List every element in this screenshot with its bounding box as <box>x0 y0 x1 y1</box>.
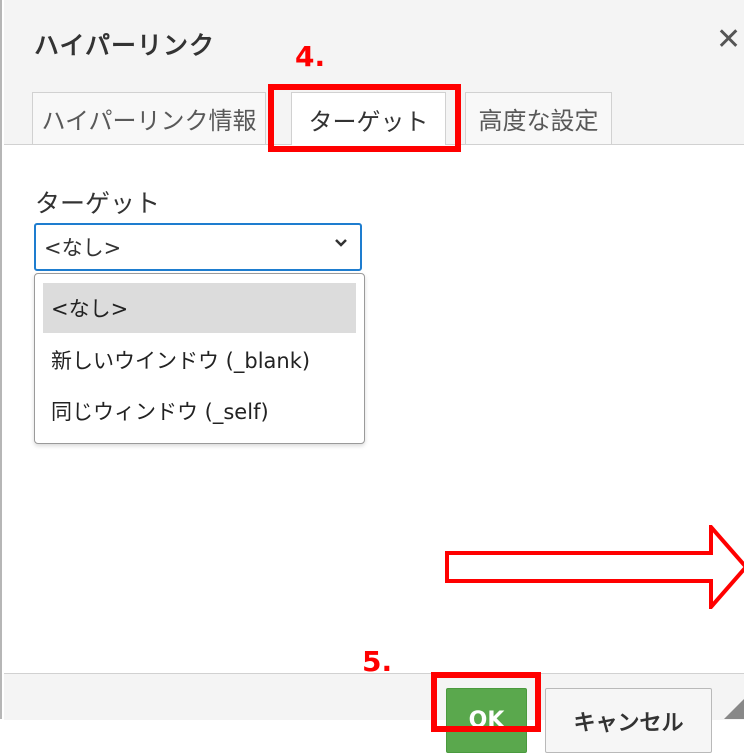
tab-advanced[interactable]: 高度な設定 <box>465 92 612 144</box>
cancel-button[interactable]: キャンセル <box>545 688 712 753</box>
target-dropdown-list: <なし> 新しいウインドウ (_blank) 同じウィンドウ (_self) <box>34 273 365 444</box>
step-4-annotation: 4. <box>295 40 326 73</box>
chevron-down-icon <box>335 239 347 247</box>
tab-link-info[interactable]: ハイパーリンク情報 <box>32 92 266 144</box>
option-self[interactable]: 同じウィンドウ (_self) <box>43 386 356 436</box>
ok-highlight-box <box>431 672 541 732</box>
resize-grip-icon[interactable] <box>724 697 744 719</box>
target-select-value: <なし> <box>44 236 122 260</box>
step-5-annotation: 5. <box>362 645 393 678</box>
dialog-title: ハイパーリンク <box>34 31 216 60</box>
target-label: ターゲット <box>35 189 161 218</box>
dialog-titlebar: ハイパーリンク ✕ <box>4 0 744 86</box>
hyperlink-dialog: ハイパーリンク ✕ ハイパーリンク情報 ターゲット 高度な設定 4. ターゲット… <box>0 0 744 753</box>
option-blank[interactable]: 新しいウインドウ (_blank) <box>43 335 356 385</box>
close-icon[interactable]: ✕ <box>716 22 741 57</box>
tab-highlight-box <box>268 84 461 152</box>
tab-label: 高度な設定 <box>478 107 599 135</box>
option-none[interactable]: <なし> <box>43 283 356 333</box>
tab-label: ハイパーリンク情報 <box>41 107 257 135</box>
arrow-right-icon <box>445 525 744 609</box>
target-select[interactable]: <なし> <box>34 223 362 271</box>
